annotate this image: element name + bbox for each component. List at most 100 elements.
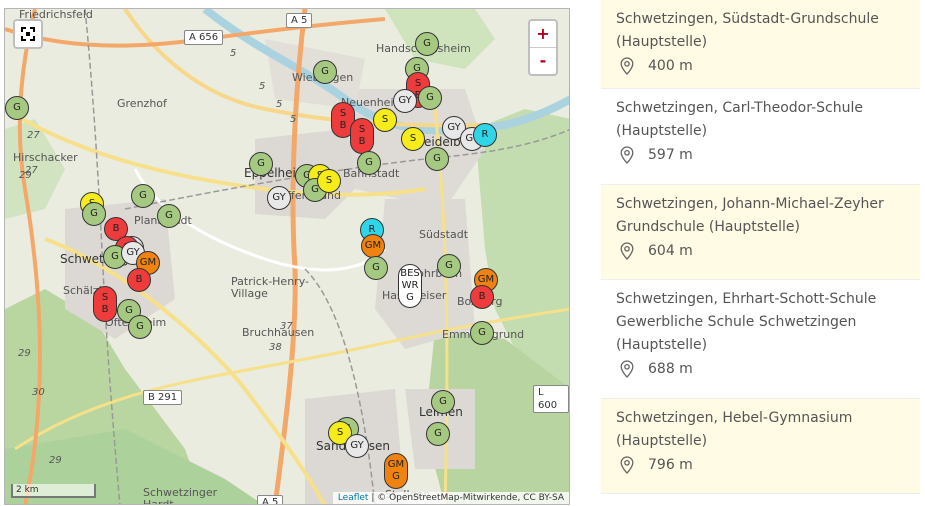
school-marker[interactable]: G: [431, 390, 455, 414]
marker-type-label: G: [406, 292, 414, 303]
marker-type-label: S: [409, 133, 417, 144]
distance-value: 796 m: [648, 457, 693, 473]
school-marker[interactable]: G: [437, 254, 461, 278]
school-marker[interactable]: G: [313, 60, 337, 84]
marker-type-label: G: [433, 153, 441, 164]
school-results-list: Schwetzingen, Südstadt-Grundschule (Haup…: [601, 0, 920, 494]
school-marker[interactable]: GY: [267, 186, 291, 210]
road-number-label: 5: [276, 99, 283, 110]
school-marker[interactable]: G: [426, 422, 450, 446]
school-marker[interactable]: G: [5, 96, 29, 120]
marker-type-label: G: [257, 158, 265, 169]
road-shield-a5-bottom: A 5: [257, 495, 284, 504]
marker-type-label: G: [165, 210, 173, 221]
school-marker[interactable]: S: [317, 169, 341, 193]
marker-type-label: G: [478, 327, 486, 338]
marker-type-label: G: [392, 471, 400, 482]
road-number-label: 27: [25, 165, 38, 176]
school-marker[interactable]: B: [127, 268, 151, 292]
marker-type-label: GM: [364, 240, 382, 251]
school-marker[interactable]: GY: [345, 434, 369, 458]
school-marker[interactable]: G: [157, 204, 181, 228]
place-label-suedstadt: Südstadt: [419, 228, 469, 241]
school-marker[interactable]: S: [401, 127, 425, 151]
zoom-in-button[interactable]: +: [530, 21, 556, 48]
marker-type-label: GY: [272, 192, 286, 203]
result-item[interactable]: Schwetzingen, Carl-Theodor-Schule (Haupt…: [601, 89, 920, 185]
distance-row: 688 m: [616, 358, 905, 380]
road-shield-b291: B 291: [143, 390, 183, 405]
fullscreen-icon: [21, 27, 35, 41]
road-number-label: 29: [18, 348, 31, 359]
school-marker[interactable]: BES WR G: [398, 264, 422, 308]
school-marker[interactable]: G: [425, 147, 449, 171]
scale-bar: 2 km: [11, 484, 96, 498]
road-shield-a656: A 656: [184, 30, 224, 45]
road-number-label: 5: [230, 48, 237, 59]
school-marker[interactable]: G: [364, 256, 388, 280]
distance-row: 796 m: [616, 454, 905, 476]
road-number-label: 5: [259, 81, 266, 92]
fullscreen-button[interactable]: [13, 19, 43, 49]
school-marker[interactable]: GM: [361, 234, 385, 258]
marker-type-label: S: [325, 175, 333, 186]
school-name[interactable]: Schwetzingen, Carl-Theodor-Schule (Haupt…: [616, 97, 905, 143]
school-marker[interactable]: B: [470, 285, 494, 309]
school-marker[interactable]: G: [357, 151, 381, 175]
school-marker[interactable]: G: [415, 32, 439, 56]
school-name[interactable]: Schwetzingen, Johann-Michael-Zeyher Grun…: [616, 193, 905, 239]
school-marker[interactable]: SB: [350, 118, 374, 154]
marker-type-label: WR: [401, 280, 419, 291]
marker-type-label: S: [336, 427, 344, 438]
place-label-hardt: Schwetzinger Hardt: [143, 486, 218, 505]
marker-type-label: S: [358, 124, 366, 135]
zoom-control: + -: [528, 19, 558, 76]
result-item[interactable]: Schwetzingen, Südstadt-Grundschule (Haup…: [601, 0, 920, 89]
road-number-label: 38: [269, 342, 282, 353]
marker-type-label: G: [321, 66, 329, 77]
school-marker[interactable]: GM G: [384, 453, 408, 489]
place-label-hirschacker: Hirschacker: [13, 151, 78, 164]
marker-type-label: BES: [400, 268, 420, 279]
map[interactable]: FriedrichsfeldHandschuhsheimWieblingenNe…: [4, 8, 570, 505]
place-label-patrick: Patrick-Henry- Village: [231, 275, 309, 300]
school-marker[interactable]: GY: [393, 89, 417, 113]
school-marker[interactable]: S: [373, 108, 397, 132]
road-number-label: 27: [27, 130, 40, 141]
zoom-out-button[interactable]: -: [530, 48, 556, 74]
marker-type-label: B: [339, 120, 347, 131]
result-item[interactable]: Schwetzingen, Hebel-Gymnasium (Hauptstel…: [601, 399, 920, 494]
marker-type-label: G: [125, 305, 133, 316]
school-name[interactable]: Schwetzingen, Ehrhart-Schott-Schule Gewe…: [616, 288, 905, 357]
school-marker[interactable]: G: [470, 321, 494, 345]
road-number-label: 37: [280, 321, 293, 332]
marker-type-label: S: [101, 292, 109, 303]
place-label-grenzhof: Grenzhof: [117, 97, 167, 110]
marker-type-label: GY: [350, 440, 364, 451]
marker-type-label: G: [365, 157, 373, 168]
school-marker[interactable]: R: [473, 123, 497, 147]
leaflet-link[interactable]: Leaflet: [338, 493, 369, 503]
school-marker[interactable]: G: [128, 315, 152, 339]
school-marker[interactable]: SB: [93, 286, 117, 322]
place-label-bruchhausen: Bruchhausen: [242, 326, 315, 339]
marker-type-label: G: [372, 262, 380, 273]
location-pin-icon: [620, 242, 634, 260]
result-item[interactable]: Schwetzingen, Johann-Michael-Zeyher Grun…: [601, 185, 920, 280]
school-marker[interactable]: G: [82, 202, 106, 226]
school-name[interactable]: Schwetzingen, Südstadt-Grundschule (Haup…: [616, 8, 905, 54]
marker-type-label: GY: [447, 122, 461, 133]
marker-type-label: GY: [398, 95, 412, 106]
marker-type-label: B: [112, 223, 120, 234]
school-marker[interactable]: G: [131, 184, 155, 208]
school-marker[interactable]: G: [418, 86, 442, 110]
location-pin-icon: [620, 57, 634, 75]
map-attribution: Leaflet | © OpenStreetMap-Mitwirkende, C…: [332, 492, 569, 504]
marker-type-label: S: [381, 114, 389, 125]
school-marker[interactable]: G: [249, 152, 273, 176]
marker-type-label: G: [139, 190, 147, 201]
school-name[interactable]: Schwetzingen, Hebel-Gymnasium (Hauptstel…: [616, 407, 905, 453]
road-number-label: 5: [290, 114, 297, 125]
marker-type-label: G: [111, 251, 119, 262]
result-item[interactable]: Schwetzingen, Ehrhart-Schott-Schule Gewe…: [601, 280, 920, 399]
